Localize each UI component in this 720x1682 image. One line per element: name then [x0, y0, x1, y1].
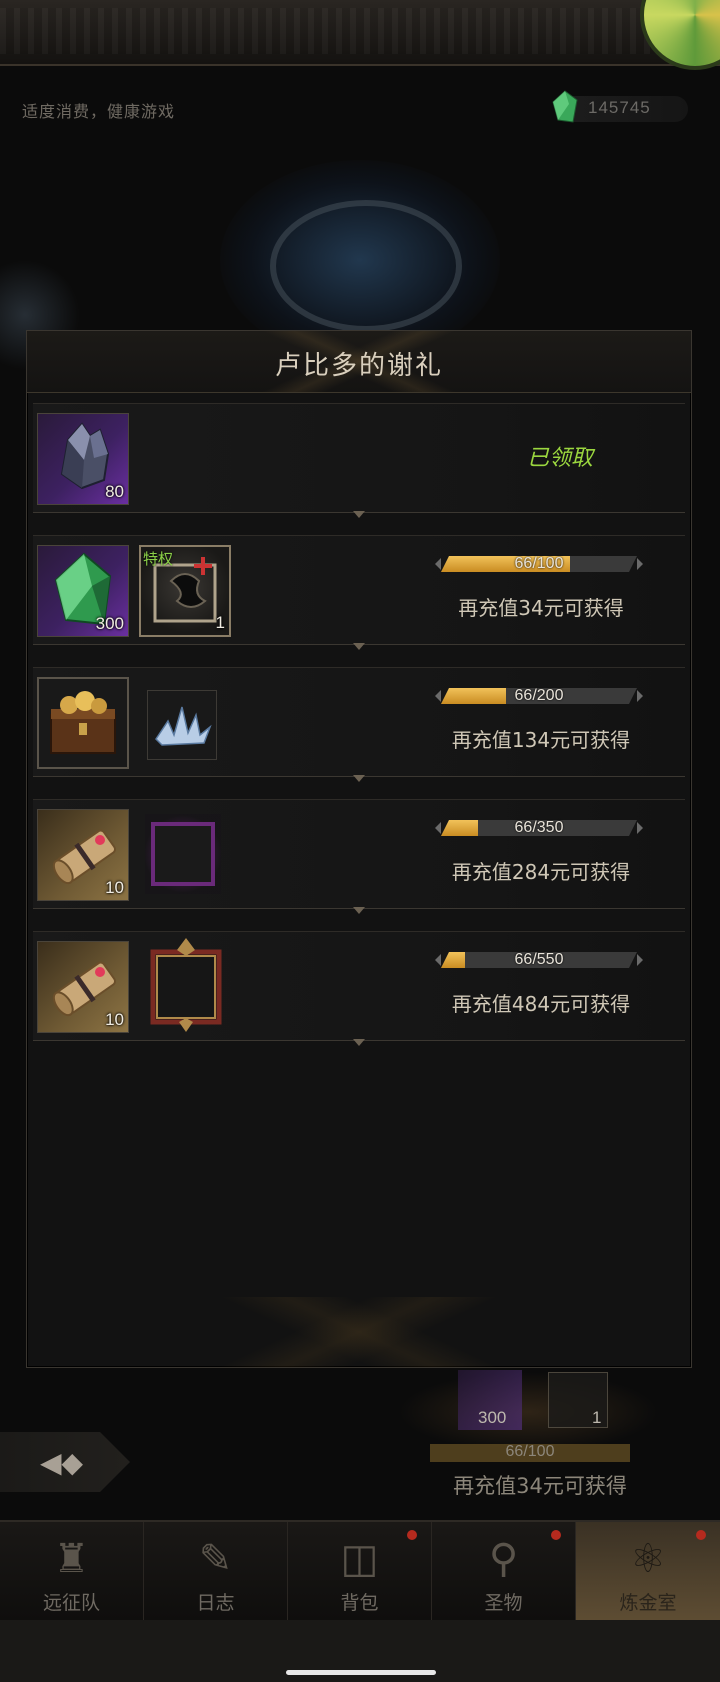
reward-slot[interactable]: [37, 677, 129, 769]
green-gem-icon: [552, 90, 578, 123]
item-quantity: 80: [105, 482, 124, 501]
recharge-hint: 再充值134元可获得: [451, 728, 631, 752]
top-ornate-bar: [0, 0, 720, 66]
reward-tier-4: 10 66/350 再充值284元可获得: [33, 799, 685, 914]
nav-label: 圣物: [484, 1592, 523, 1614]
modal-footer-ornament: [27, 1297, 691, 1367]
recharge-hint: 再充值484元可获得: [451, 992, 631, 1016]
currency-display: 145745: [552, 90, 688, 123]
treasure-chest-icon: [50, 691, 116, 754]
horned-helmet-icon: ♜: [53, 1536, 90, 1582]
home-indicator[interactable]: [286, 1670, 436, 1675]
item-quantity: 10: [105, 1010, 124, 1029]
reward-slot[interactable]: 10: [37, 941, 129, 1033]
currency-value: 145745: [588, 98, 651, 117]
back-arrow-icon: ◀◆: [40, 1446, 84, 1479]
journal-icon: ✎: [198, 1536, 233, 1582]
chalice-icon: ⚲: [488, 1536, 519, 1582]
nav-label: 日志: [196, 1592, 235, 1614]
claimed-status: 已领取: [527, 446, 594, 471]
health-notice: 适度消费，健康游戏: [22, 102, 176, 121]
tier-separator: [353, 1039, 365, 1047]
underlying-progress-text: 66/100: [505, 1443, 555, 1460]
underlying-gem-quantity: 300: [478, 1408, 507, 1427]
nav-item-expedition[interactable]: ♜ 远征队: [0, 1522, 144, 1622]
nav-item-alchemy[interactable]: ⚛ 炼金室: [576, 1522, 720, 1622]
tier-separator: [353, 511, 365, 519]
nav-label: 远征队: [42, 1592, 100, 1614]
reward-tier-1: 80 已领取: [33, 403, 685, 518]
reward-slot[interactable]: 10: [37, 809, 129, 901]
notification-dot: [551, 1530, 561, 1540]
progress-text: 66/100: [514, 555, 564, 572]
underlying-reward-glow: [398, 1372, 658, 1452]
progress-bar: 66/200: [435, 686, 643, 706]
progress-text: 66/200: [514, 687, 564, 704]
reward-slot[interactable]: 80: [37, 413, 129, 505]
recharge-hint: 再充值34元可获得: [458, 596, 624, 620]
modal-header: 卢比多的谢礼: [27, 331, 691, 393]
back-button[interactable]: ◀◆: [0, 1432, 130, 1492]
nav-item-journal[interactable]: ✎ 日志: [144, 1522, 288, 1622]
reward-slot[interactable]: 300: [37, 545, 129, 637]
progress-bar: 66/100: [435, 554, 643, 574]
nav-item-relics[interactable]: ⚲ 圣物: [432, 1522, 576, 1622]
reward-tier-2: 300 特权 1 66/100 再充值34元可获得: [33, 535, 685, 650]
tier-separator: [353, 643, 365, 651]
item-quantity: 300: [95, 614, 124, 633]
progress-bar: 66/550: [435, 950, 643, 970]
nav-label: 炼金室: [619, 1592, 677, 1614]
bottom-nav: ♜ 远征队 ✎ 日志 ◫ 背包 ⚲ 圣物 ⚛ 炼金室: [0, 1520, 720, 1622]
item-quantity: 1: [215, 613, 225, 632]
underlying-recharge-hint: 再充值34元可获得: [453, 1474, 627, 1498]
nav-item-backpack[interactable]: ◫ 背包: [288, 1522, 432, 1622]
reward-modal: 卢比多的谢礼 80 已领取 300 特权 1 66/100 再充值34元可获得 …: [26, 330, 692, 1368]
ice-crystal-icon: [155, 706, 212, 746]
modal-title: 卢比多的谢礼: [274, 351, 443, 381]
item-quantity: 10: [105, 878, 124, 897]
progress-text: 66/350: [514, 819, 564, 836]
reward-tier-5: 10 66/550 再充值484元可获得: [33, 931, 685, 1046]
reward-slot[interactable]: [147, 690, 217, 760]
ornate-frame-icon: [150, 938, 222, 1032]
progress-bar: 66/350: [435, 818, 643, 838]
reward-slot[interactable]: 特权 1: [139, 545, 231, 637]
notification-dot: [696, 1530, 706, 1540]
backpack-icon: ◫: [340, 1536, 379, 1582]
nav-label: 背包: [340, 1592, 379, 1614]
tier-separator: [353, 775, 365, 783]
reward-tier-3: 66/200 再充值134元可获得: [33, 667, 685, 782]
purple-frame-icon: [151, 822, 215, 886]
alchemy-icon: ⚛: [630, 1536, 666, 1582]
privilege-tag: 特权: [143, 550, 174, 568]
tier-separator: [353, 907, 365, 915]
notification-dot: [407, 1530, 417, 1540]
progress-text: 66/550: [514, 951, 564, 968]
underlying-frame-quantity: 1: [592, 1408, 602, 1427]
reward-slot[interactable]: [143, 936, 229, 1036]
reward-slot[interactable]: [145, 814, 221, 894]
recharge-hint: 再充值284元可获得: [451, 860, 631, 884]
